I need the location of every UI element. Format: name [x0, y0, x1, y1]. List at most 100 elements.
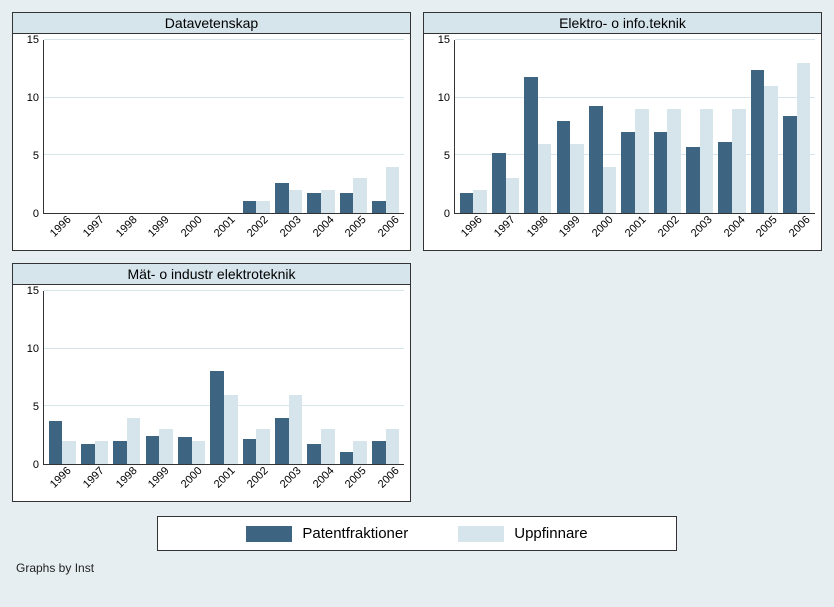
x-tick: 2006 — [781, 208, 830, 257]
bar-group — [554, 40, 586, 213]
bar-group — [273, 291, 305, 464]
bar-patentfraktioner — [686, 147, 700, 213]
bar-group — [370, 40, 402, 213]
swatch-uppfinnare — [458, 526, 504, 542]
bar-group — [111, 40, 143, 213]
x-tick: 2006 — [370, 208, 419, 257]
bar-patentfraktioner — [243, 439, 257, 464]
y-tick: 5 — [33, 150, 39, 162]
bar-group — [781, 40, 813, 213]
bar-uppfinnare — [603, 167, 617, 213]
bar-group — [651, 40, 683, 213]
bar-group — [240, 291, 272, 464]
y-tick: 0 — [33, 459, 39, 471]
bar-patentfraktioner — [307, 444, 321, 464]
x-axis: 1996199719981999200020012002200320042005… — [43, 465, 404, 501]
bar-patentfraktioner — [460, 193, 474, 213]
bar-uppfinnare — [570, 144, 584, 213]
y-tick: 10 — [27, 343, 39, 355]
panel-title: Mät- o industr elektroteknik — [13, 264, 410, 285]
y-tick: 15 — [438, 34, 450, 46]
bar-uppfinnare — [127, 418, 141, 464]
bar-uppfinnare — [635, 109, 649, 213]
bar-group — [305, 40, 337, 213]
bar-uppfinnare — [667, 109, 681, 213]
plot-area — [454, 40, 815, 214]
bar-group — [716, 40, 748, 213]
y-tick: 5 — [444, 150, 450, 162]
bar-patentfraktioner — [146, 436, 160, 464]
bar-patentfraktioner — [275, 183, 289, 213]
y-axis: 051015 — [13, 291, 43, 465]
bar-patentfraktioner — [557, 121, 571, 213]
bar-group — [684, 40, 716, 213]
panel-title: Elektro- o info.teknik — [424, 13, 821, 34]
bar-group — [46, 40, 78, 213]
bar-uppfinnare — [764, 86, 778, 213]
bar-group — [337, 40, 369, 213]
bar-uppfinnare — [289, 395, 303, 464]
bar-group — [522, 40, 554, 213]
legend-item-2: Uppfinnare — [458, 525, 587, 542]
legend-label-1: Patentfraktioner — [302, 525, 408, 542]
bar-patentfraktioner — [340, 193, 354, 213]
bar-patentfraktioner — [307, 193, 321, 213]
panel-2: Mät- o industr elektroteknik 0 5 10 15 199619… — [12, 263, 411, 502]
bar-patentfraktioner — [654, 132, 668, 213]
bar-uppfinnare — [256, 429, 270, 464]
bar-group — [208, 291, 240, 464]
bar-group — [143, 291, 175, 464]
bar-group — [111, 291, 143, 464]
panel-grid: Datavetenskap 0 5 10 15 199619971998199920002… — [12, 12, 822, 502]
bar-patentfraktioner — [81, 444, 95, 464]
panel-empty — [423, 263, 822, 502]
swatch-patentfraktioner — [246, 526, 292, 542]
bar-group — [175, 291, 207, 464]
bar-uppfinnare — [538, 144, 552, 213]
bar-patentfraktioner — [492, 153, 506, 213]
bar-patentfraktioner — [589, 106, 603, 213]
bar-patentfraktioner — [751, 70, 765, 213]
bar-patentfraktioner — [210, 371, 224, 464]
bar-patentfraktioner — [178, 437, 192, 464]
bar-group — [305, 291, 337, 464]
bar-group — [273, 40, 305, 213]
y-tick: 0 — [444, 208, 450, 220]
bar-group — [78, 40, 110, 213]
bar-patentfraktioner — [275, 418, 289, 464]
x-tick: 2006 — [370, 459, 419, 508]
bar-uppfinnare — [797, 63, 811, 213]
x-axis: 1996199719981999200020012002200320042005… — [43, 214, 404, 250]
x-axis: 1996199719981999200020012002200320042005… — [454, 214, 815, 250]
y-tick: 15 — [27, 34, 39, 46]
bar-uppfinnare — [224, 395, 238, 464]
bar-group — [46, 291, 78, 464]
bar-group — [208, 40, 240, 213]
legend-label-2: Uppfinnare — [514, 525, 587, 542]
bar-patentfraktioner — [783, 116, 797, 213]
bar-uppfinnare — [386, 167, 400, 213]
bar-group — [78, 291, 110, 464]
footer-text: Graphs by Inst — [16, 561, 822, 575]
panel-0: Datavetenskap 0 5 10 15 199619971998199920002… — [12, 12, 411, 251]
bar-uppfinnare — [159, 429, 173, 464]
plot-area — [43, 40, 404, 214]
bar-patentfraktioner — [243, 201, 257, 213]
y-tick: 0 — [33, 208, 39, 220]
bar-group — [619, 40, 651, 213]
y-tick: 10 — [27, 92, 39, 104]
bar-group — [457, 40, 489, 213]
y-tick: 10 — [438, 92, 450, 104]
plot-area — [43, 291, 404, 465]
panel-title: Datavetenskap — [13, 13, 410, 34]
bar-patentfraktioner — [113, 441, 127, 464]
bar-uppfinnare — [506, 178, 520, 213]
bar-group — [748, 40, 780, 213]
y-axis: 051015 — [424, 40, 454, 214]
y-tick: 5 — [33, 401, 39, 413]
panel-1: Elektro- o info.teknik 0 5 10 15 199619971998… — [423, 12, 822, 251]
y-tick: 15 — [27, 285, 39, 297]
legend: Patentfraktioner Uppfinnare — [157, 516, 677, 551]
bar-group — [143, 40, 175, 213]
bar-uppfinnare — [700, 109, 714, 213]
